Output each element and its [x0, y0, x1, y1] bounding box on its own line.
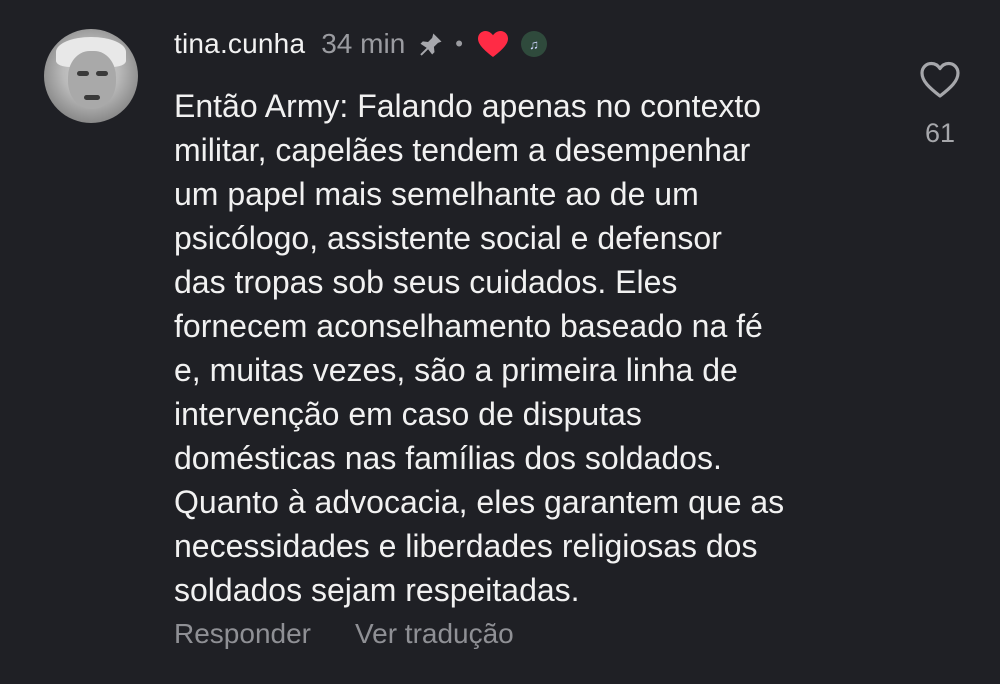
- username[interactable]: tina.cunha: [174, 28, 305, 60]
- creator-badge-glyph: ♫: [529, 36, 539, 52]
- pin-icon: [417, 30, 445, 58]
- avatar-eye-left: [77, 71, 89, 76]
- avatar[interactable]: [44, 29, 138, 123]
- comment-line: um papel mais semelhante ao de um: [174, 176, 699, 212]
- comment-line: das tropas sob seus cuidados. Eles: [174, 264, 678, 300]
- translate-button[interactable]: Ver tradução: [355, 618, 514, 650]
- avatar-eye-right: [96, 71, 108, 76]
- comment-line: domésticas nas famílias dos soldados.: [174, 440, 722, 476]
- comment-header: tina.cunha 34 min • ♫: [174, 24, 547, 64]
- comment-line: Quanto à advocacia, eles garantem que as: [174, 484, 785, 520]
- separator-dot: •: [455, 31, 463, 56]
- comment-text: Então Army: Falando apenas no contexto m…: [174, 84, 894, 612]
- comment-line: fornecem aconselhamento baseado na fé: [174, 308, 763, 344]
- creator-avatar-badge: ♫: [520, 31, 547, 57]
- avatar-face: [68, 51, 116, 109]
- avatar-mouth: [84, 95, 100, 100]
- comment-line: Então Army: Falando apenas no contexto: [174, 88, 762, 124]
- comment-line: militar, capelães tendem a desempenhar: [174, 132, 751, 168]
- like-button[interactable]: 61: [914, 60, 966, 149]
- comment-line: necessidades e liberdades religiosas dos: [174, 528, 758, 564]
- heart-icon: [477, 30, 509, 58]
- timestamp: 34 min: [321, 28, 406, 59]
- comment-line: e, muitas vezes, são a primeira linha de: [174, 352, 738, 388]
- comment-line: intervenção em caso de disputas: [174, 396, 642, 432]
- comment-actions: Responder Ver tradução: [174, 618, 514, 650]
- heart-outline-icon[interactable]: [919, 60, 961, 100]
- comment-line: soldados sejam respeitadas.: [174, 572, 580, 608]
- like-count: 61: [924, 118, 956, 148]
- comment-line: psicólogo, assistente social e defensor: [174, 220, 722, 256]
- reply-button[interactable]: Responder: [174, 618, 311, 650]
- comment-item: tina.cunha 34 min • ♫ Então Army: Faland…: [0, 0, 1000, 684]
